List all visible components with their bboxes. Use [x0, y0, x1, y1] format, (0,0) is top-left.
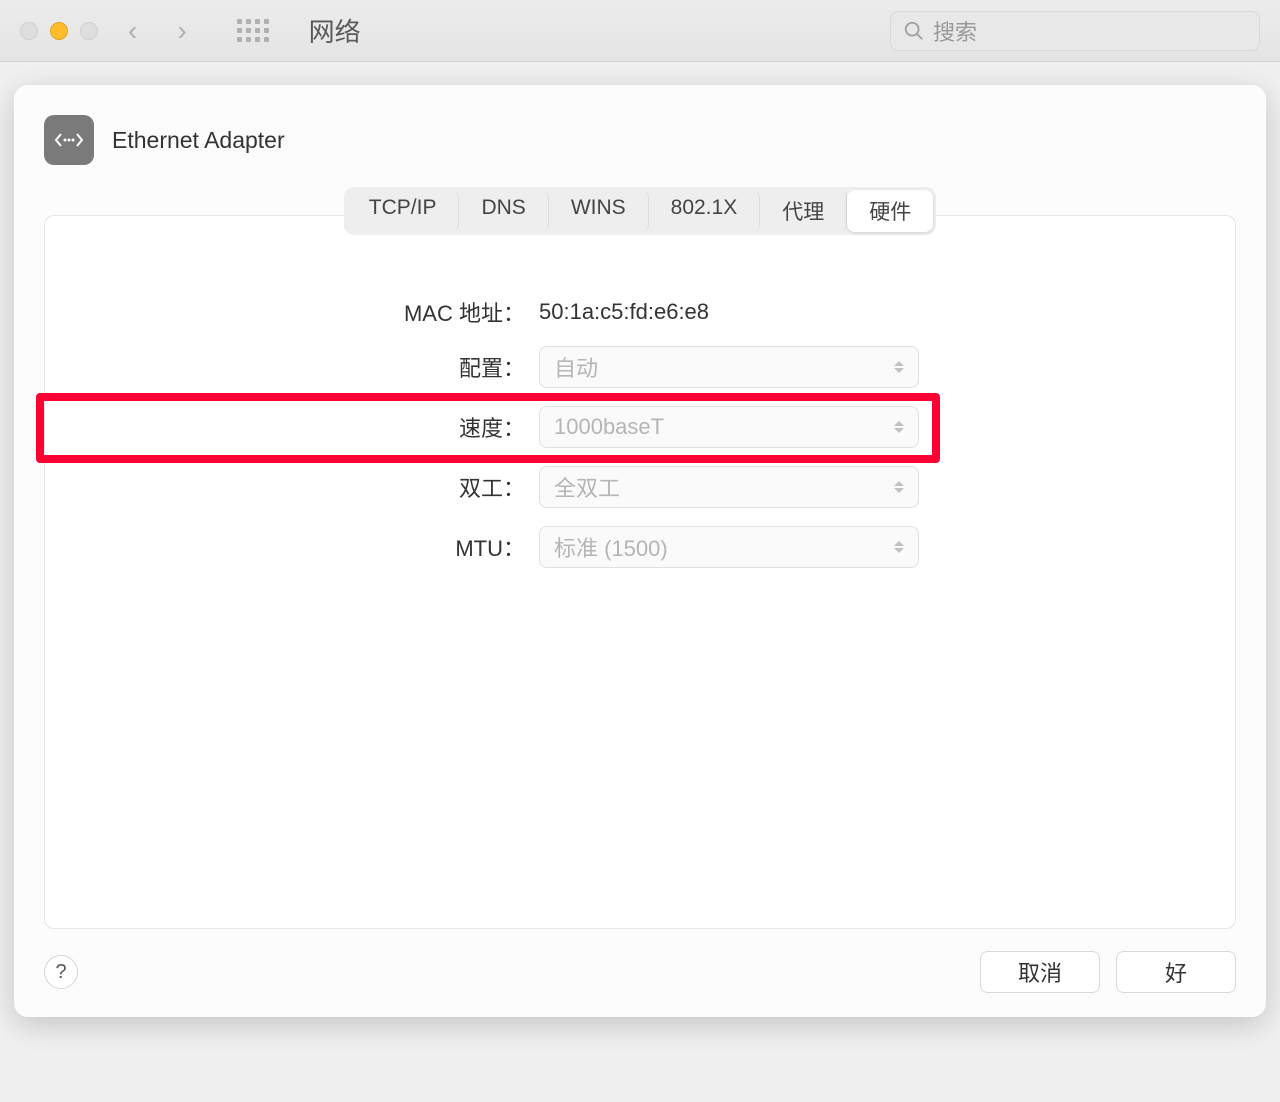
settings-sheet: Ethernet Adapter TCP/IP DNS WINS 802.1X … — [14, 85, 1266, 1017]
window-title: 网络 — [309, 12, 890, 49]
config-label: 配置： — [45, 351, 525, 383]
close-window-button[interactable] — [20, 22, 38, 40]
tab-hardware[interactable]: 硬件 — [847, 190, 933, 232]
sheet-footer: ? 取消 好 — [44, 951, 1236, 993]
traffic-lights — [20, 22, 98, 40]
minimize-window-button[interactable] — [50, 22, 68, 40]
speed-select[interactable]: 1000baseT — [539, 406, 919, 448]
duplex-label: 双工： — [45, 471, 525, 503]
chevron-updown-icon — [894, 358, 906, 376]
chevron-updown-icon — [894, 418, 906, 436]
speed-value: 1000baseT — [554, 414, 664, 440]
mtu-select[interactable]: 标准 (1500) — [539, 526, 919, 568]
chevron-updown-icon — [894, 478, 906, 496]
tab-wins[interactable]: WINS — [549, 190, 649, 232]
back-button[interactable]: ‹ — [128, 15, 137, 47]
ok-button[interactable]: 好 — [1116, 951, 1236, 993]
tab-proxy[interactable]: 代理 — [760, 190, 847, 232]
sheet-header: Ethernet Adapter — [44, 115, 1236, 165]
config-value: 自动 — [554, 351, 598, 383]
mac-address-label: MAC 地址： — [45, 296, 525, 328]
maximize-window-button[interactable] — [80, 22, 98, 40]
search-icon — [903, 20, 925, 42]
hardware-panel: MAC 地址： 50:1a:c5:fd:e6:e8 配置： 自动 速度： 100… — [44, 215, 1236, 929]
nav-arrows: ‹ › — [128, 15, 187, 47]
speed-label: 速度： — [45, 411, 525, 443]
tab-8021x[interactable]: 802.1X — [649, 190, 761, 232]
search-placeholder: 搜索 — [933, 15, 977, 47]
help-button[interactable]: ? — [44, 955, 78, 989]
show-all-icon[interactable] — [237, 19, 269, 42]
forward-button[interactable]: › — [177, 15, 186, 47]
search-input[interactable]: 搜索 — [890, 11, 1260, 51]
ethernet-adapter-icon — [44, 115, 94, 165]
mtu-value: 标准 (1500) — [554, 531, 668, 563]
adapter-name: Ethernet Adapter — [112, 127, 285, 154]
tab-dns[interactable]: DNS — [459, 190, 548, 232]
cancel-button[interactable]: 取消 — [980, 951, 1100, 993]
duplex-select[interactable]: 全双工 — [539, 466, 919, 508]
duplex-value: 全双工 — [554, 471, 620, 503]
tab-bar: TCP/IP DNS WINS 802.1X 代理 硬件 — [344, 187, 936, 235]
config-select[interactable]: 自动 — [539, 346, 919, 388]
tab-tcpip[interactable]: TCP/IP — [347, 190, 460, 232]
chevron-updown-icon — [894, 538, 906, 556]
mac-address-value: 50:1a:c5:fd:e6:e8 — [539, 299, 939, 325]
mtu-label: MTU： — [45, 531, 525, 563]
titlebar: ‹ › 网络 搜索 — [0, 0, 1280, 62]
